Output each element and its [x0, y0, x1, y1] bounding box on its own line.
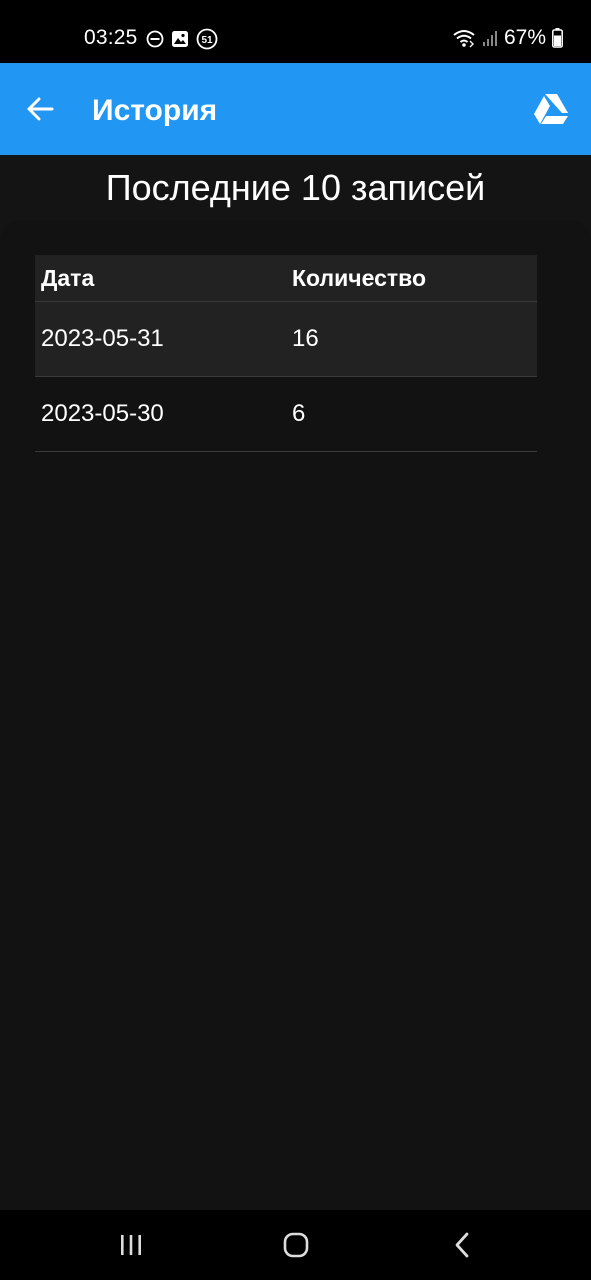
system-nav-bar — [0, 1210, 591, 1280]
status-icons-right: 67% — [452, 26, 563, 49]
home-button[interactable] — [276, 1228, 316, 1262]
page-title: История — [92, 94, 218, 127]
google-drive-icon — [534, 94, 568, 124]
wifi-icon — [453, 30, 475, 48]
history-card: Дата Количество 2023-05-31 16 2023-05-30… — [0, 220, 591, 1210]
battery-percent: 67% — [503, 26, 546, 49]
history-table: Дата Количество 2023-05-31 16 2023-05-30… — [35, 255, 537, 452]
back-button[interactable] — [20, 89, 60, 129]
content-area: Последние 10 записей Дата Количество 202… — [0, 155, 591, 1210]
table-row[interactable]: 2023-05-31 16 — [35, 302, 537, 377]
recent-apps-icon — [121, 1235, 141, 1255]
app-bar: История — [0, 63, 591, 155]
cell-date: 2023-05-31 — [35, 325, 286, 353]
home-icon — [283, 1232, 309, 1258]
notification-count: 51 — [201, 35, 213, 46]
back-icon — [455, 1232, 469, 1258]
cell-quantity: 16 — [286, 325, 537, 353]
status-icons-left: 51 — [146, 28, 218, 50]
table-row[interactable]: 2023-05-30 6 — [35, 377, 537, 452]
signal-icon — [482, 31, 497, 46]
header-cell-quantity: Количество — [286, 265, 537, 292]
header-cell-date: Дата — [35, 265, 286, 292]
google-drive-button[interactable] — [533, 93, 569, 125]
table-header: Дата Количество — [35, 255, 537, 302]
header-quantity-label: Количество — [292, 264, 427, 291]
row-quantity: 6 — [292, 400, 306, 427]
status-time: 03:25 — [84, 26, 138, 49]
notification-count-icon: 51 — [196, 28, 218, 50]
arrow-left-icon — [27, 97, 54, 121]
nav-back-button[interactable] — [442, 1228, 482, 1262]
screen: 03:25 51 67% История Последние 10 записе… — [0, 0, 591, 1280]
status-bar: 03:25 51 67% — [0, 0, 591, 63]
recent-apps-button[interactable] — [111, 1228, 151, 1262]
row-date: 2023-05-30 — [41, 400, 164, 427]
do-not-disturb-icon — [146, 30, 164, 48]
row-quantity: 16 — [292, 325, 319, 352]
cell-date: 2023-05-30 — [35, 400, 286, 428]
cell-quantity: 6 — [286, 400, 537, 428]
gallery-icon — [172, 31, 188, 47]
header-date-label: Дата — [41, 264, 95, 291]
battery-icon — [552, 28, 563, 48]
row-date: 2023-05-31 — [41, 325, 164, 352]
section-heading: Последние 10 записей — [105, 167, 486, 208]
